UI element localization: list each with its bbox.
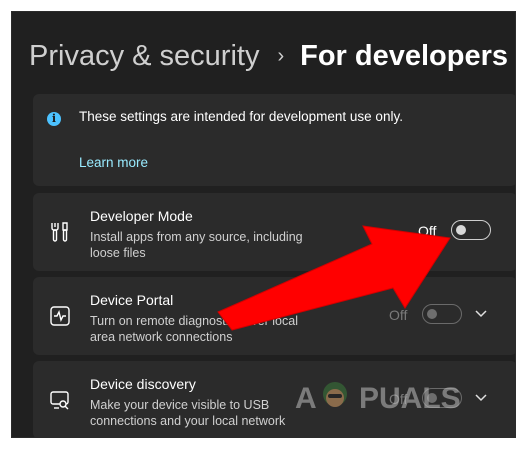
appuals-watermark: A PUALS	[295, 382, 461, 415]
toggle-state-label: Off	[418, 223, 437, 239]
info-card: i These settings are intended for develo…	[33, 94, 515, 186]
breadcrumb-separator: ›	[277, 44, 285, 67]
breadcrumb-parent-privacy-security[interactable]: Privacy & security	[29, 40, 259, 73]
settings-window: Privacy & security › For developers i Th…	[11, 11, 516, 438]
setting-title: Device discovery	[90, 376, 196, 392]
svg-text:PUALS: PUALS	[359, 382, 461, 415]
mascot-icon	[323, 382, 347, 407]
info-text: These settings are intended for developm…	[79, 109, 403, 124]
setting-title: Device Portal	[90, 292, 174, 308]
chevron-down-icon[interactable]	[473, 305, 489, 321]
toggle-knob	[456, 225, 466, 235]
setting-description: Make your device visible to USB connecti…	[90, 398, 286, 428]
svg-text:A: A	[295, 382, 317, 415]
device-portal-toggle[interactable]	[422, 304, 462, 324]
screen-search-icon	[50, 391, 69, 410]
info-icon: i	[47, 112, 61, 126]
setting-title: Developer Mode	[90, 208, 193, 224]
setting-device-portal: Device Portal Turn on remote diagnostics…	[33, 277, 515, 355]
breadcrumb: Privacy & security › For developers	[29, 36, 508, 76]
setting-description: Install apps from any source, including …	[90, 230, 303, 260]
developer-mode-toggle[interactable]	[451, 220, 491, 240]
learn-more-link[interactable]: Learn more	[79, 155, 148, 170]
setting-developer-mode: Developer Mode Install apps from any sou…	[33, 193, 515, 271]
page-title: For developers	[300, 39, 509, 72]
toggle-knob	[427, 309, 437, 319]
setting-description: Turn on remote diagnostics over local ar…	[90, 314, 298, 344]
toggle-state-label: Off	[389, 307, 408, 323]
tools-icon	[51, 222, 68, 242]
pulse-monitor-icon	[50, 306, 70, 326]
